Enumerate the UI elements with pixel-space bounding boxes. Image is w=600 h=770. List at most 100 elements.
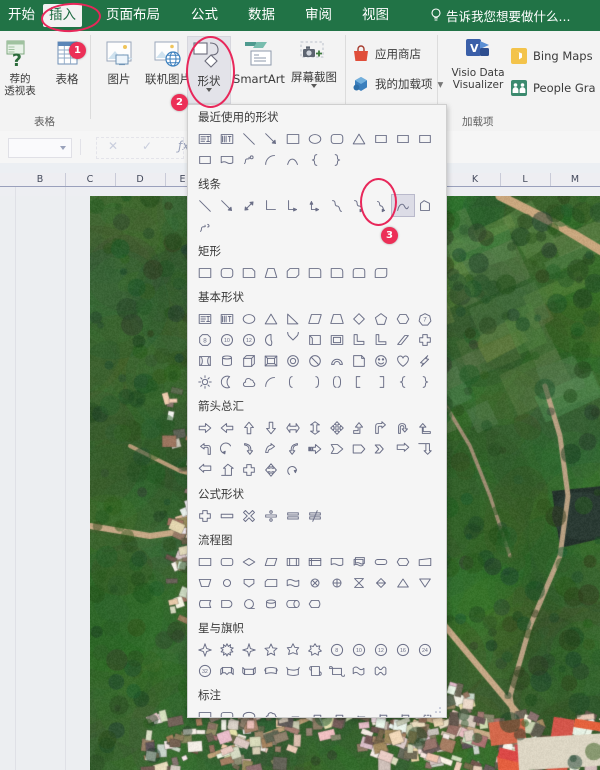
shape-left-square[interactable] bbox=[348, 371, 370, 392]
shape-fc-decision[interactable] bbox=[238, 551, 260, 572]
shape-heart[interactable] bbox=[392, 350, 414, 371]
shape-double-wave[interactable] bbox=[370, 660, 392, 681]
shape-ribbon-up[interactable] bbox=[216, 660, 238, 681]
column-header[interactable]: C bbox=[65, 173, 116, 186]
shape-star-4[interactable] bbox=[194, 639, 216, 660]
shape-right-brace[interactable] bbox=[326, 149, 348, 170]
shape-callout-oval[interactable] bbox=[238, 706, 260, 717]
shape-elbow-arrow-connector[interactable] bbox=[392, 128, 414, 149]
chevron-down-icon[interactable] bbox=[311, 84, 317, 88]
column-header[interactable]: M bbox=[550, 173, 600, 186]
ribbon-people-graph-button[interactable]: People Gra bbox=[510, 79, 596, 97]
shape-fc-manual-operation[interactable] bbox=[194, 572, 216, 593]
shape-arrow-u-turn[interactable] bbox=[392, 417, 414, 438]
tab-4[interactable]: 数据 bbox=[248, 5, 275, 26]
shape-cloud[interactable] bbox=[238, 371, 260, 392]
shape-fc-display[interactable] bbox=[304, 593, 326, 614]
shape-arrow-left[interactable] bbox=[216, 417, 238, 438]
shape-divide[interactable] bbox=[260, 505, 282, 526]
shape-line-callout-3[interactable] bbox=[326, 706, 348, 717]
shape-fc-or[interactable] bbox=[326, 572, 348, 593]
shape-pentagon[interactable] bbox=[370, 308, 392, 329]
shape-rounded-rect[interactable] bbox=[216, 262, 238, 283]
shape-curved-connector[interactable] bbox=[326, 195, 348, 216]
shape-left-brace[interactable] bbox=[304, 149, 326, 170]
shape-fc-alternate-process[interactable] bbox=[216, 551, 238, 572]
shape-smiley[interactable] bbox=[370, 350, 392, 371]
shape-oval[interactable] bbox=[238, 308, 260, 329]
shape-octagon[interactable]: 8 bbox=[194, 329, 216, 350]
shape-fc-document[interactable] bbox=[326, 551, 348, 572]
shape-multiply[interactable] bbox=[238, 505, 260, 526]
shape-callout-cloud[interactable] bbox=[260, 706, 282, 717]
shape-line-double-arrow[interactable] bbox=[238, 195, 260, 216]
shape-arrow-quad[interactable] bbox=[326, 417, 348, 438]
shape-arc-up[interactable] bbox=[282, 149, 304, 170]
shape-left-arrow-callout[interactable] bbox=[194, 459, 216, 480]
shape-fc-connector[interactable] bbox=[216, 572, 238, 593]
shape-no-symbol[interactable] bbox=[304, 350, 326, 371]
shape-line-callout-3-bar[interactable] bbox=[392, 706, 414, 717]
shape-fc-summing-junction[interactable] bbox=[304, 572, 326, 593]
shape-quad-arrow-callout[interactable] bbox=[260, 459, 282, 480]
shape-donut[interactable] bbox=[282, 350, 304, 371]
shape-striped-arrow[interactable] bbox=[304, 438, 326, 459]
tab-6[interactable]: 视图 bbox=[362, 5, 389, 26]
shape-right-curly[interactable] bbox=[414, 371, 436, 392]
shape-right-bracket[interactable] bbox=[304, 371, 326, 392]
shape-snip-round-single[interactable] bbox=[304, 262, 326, 283]
shape-line-callout-2-bar[interactable] bbox=[370, 706, 392, 717]
shape-triangle[interactable] bbox=[348, 128, 370, 149]
column-header[interactable]: D bbox=[115, 173, 166, 186]
chevron-down-icon[interactable] bbox=[60, 146, 66, 150]
shape-fc-multidocument[interactable] bbox=[348, 551, 370, 572]
shape-trapezoid[interactable] bbox=[326, 308, 348, 329]
shape-horizontal-scroll[interactable] bbox=[326, 660, 348, 681]
shape-cross[interactable] bbox=[414, 329, 436, 350]
shape-arrow-bent-left[interactable] bbox=[194, 438, 216, 459]
column-header[interactable]: B bbox=[15, 173, 66, 186]
shape-down-arrow-callout[interactable] bbox=[414, 438, 436, 459]
shape-oval[interactable] bbox=[304, 128, 326, 149]
shape-round-diagonal[interactable] bbox=[370, 262, 392, 283]
shape-fc-offpage[interactable] bbox=[238, 572, 260, 593]
shape-teardrop[interactable] bbox=[282, 329, 304, 350]
shape-rounded-rect[interactable] bbox=[326, 128, 348, 149]
shape-fc-collate[interactable] bbox=[348, 572, 370, 593]
shape-left-brace-pair[interactable] bbox=[326, 371, 348, 392]
shape-line[interactable] bbox=[238, 128, 260, 149]
column-header[interactable]: L bbox=[500, 173, 551, 186]
shape-arrow-left-up[interactable] bbox=[414, 417, 436, 438]
shape-line-arrow[interactable] bbox=[216, 195, 238, 216]
shapes-gallery-panel[interactable]: 最近使用的形状 线条 矩形 基本形状 7 8 10 12 箭头总汇 公式形状 流程图 星与旗帜 8 10 1… bbox=[187, 104, 447, 718]
shape-hexagon[interactable] bbox=[392, 308, 414, 329]
shape-plus[interactable] bbox=[194, 505, 216, 526]
shape-line-callout-1-bar[interactable] bbox=[348, 706, 370, 717]
shape-textbox-v[interactable] bbox=[216, 308, 238, 329]
shape-circular-arrow[interactable] bbox=[216, 438, 238, 459]
shape-textbox-h[interactable] bbox=[194, 308, 216, 329]
shape-dodecagon[interactable]: 12 bbox=[238, 329, 260, 350]
shape-elbow-arrow[interactable] bbox=[282, 195, 304, 216]
shape-equal[interactable] bbox=[282, 505, 304, 526]
ribbon-smartart-button[interactable]: SmartArt bbox=[230, 40, 288, 85]
shape-triangle[interactable] bbox=[260, 308, 282, 329]
shape-textbox-h[interactable] bbox=[194, 128, 216, 149]
ribbon-visio-data-visualizer-button[interactable]: V Visio Data Visualizer bbox=[444, 36, 512, 91]
shape-ribbon-down[interactable] bbox=[238, 660, 260, 681]
shape-curved-left-arrow[interactable] bbox=[282, 438, 304, 459]
shape-folded-corner[interactable] bbox=[348, 350, 370, 371]
shape-fc-terminator[interactable] bbox=[370, 551, 392, 572]
shape-elbow-connector[interactable] bbox=[370, 128, 392, 149]
shape-star-16[interactable]: 16 bbox=[392, 639, 414, 660]
shape-wave[interactable] bbox=[348, 660, 370, 681]
shape-fc-delay[interactable] bbox=[216, 593, 238, 614]
shape-fc-direct-access[interactable] bbox=[282, 593, 304, 614]
shape-arc[interactable] bbox=[260, 371, 282, 392]
shape-pie[interactable] bbox=[260, 329, 282, 350]
shape-fc-punched-tape[interactable] bbox=[282, 572, 304, 593]
shape-curved-up-arrow[interactable] bbox=[260, 438, 282, 459]
shape-star-24[interactable]: 24 bbox=[414, 639, 436, 660]
shape-right-square[interactable] bbox=[370, 371, 392, 392]
shape-curved-right-arrow[interactable] bbox=[238, 438, 260, 459]
